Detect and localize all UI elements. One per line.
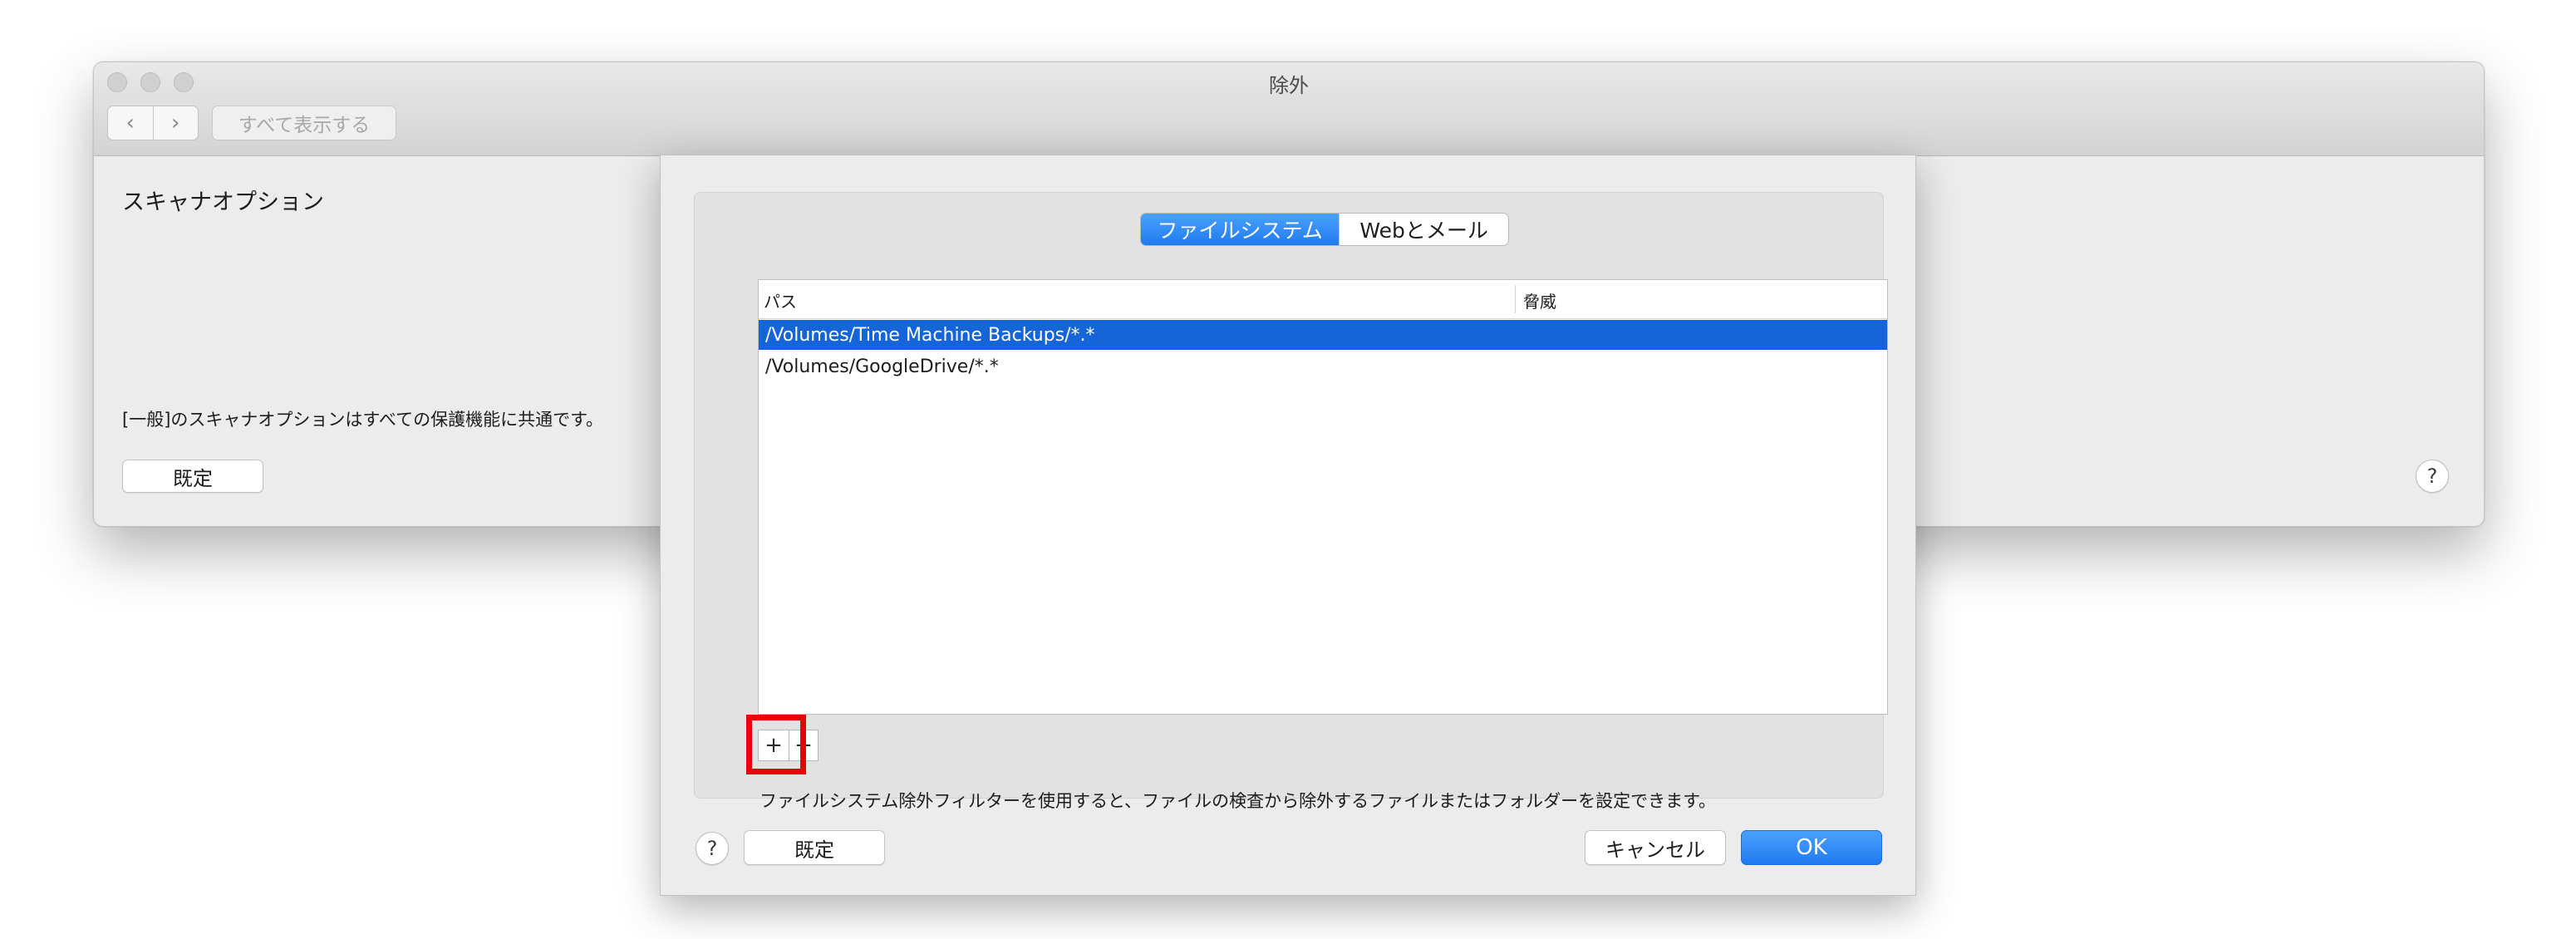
ok-button[interactable]: OK [1741,830,1882,865]
sheet-help-button[interactable]: ? [696,832,729,865]
plus-icon: + [764,733,783,758]
table-header: パス 脅威 [759,280,1887,319]
window-title: 除外 [1269,74,1309,97]
chevron-right-icon: › [171,111,180,135]
column-header-threat[interactable]: 脅威 [1523,288,1556,312]
remove-exclusion-button[interactable]: − [789,730,819,761]
row-path: /Volumes/Time Machine Backups/*.* [765,324,1095,346]
cancel-button[interactable]: キャンセル [1585,830,1726,865]
scanner-options-note: [一般]のスキャナオプションはすべての保護機能に共通です。 [122,410,603,430]
exclusions-sheet: ファイルシステム Webとメール パス 脅威 /Volumes/Time Mac… [660,155,1916,896]
nav-segmented-control: ‹ › [107,106,199,140]
tab-file-system[interactable]: ファイルシステム [1141,214,1340,245]
table-row[interactable]: /Volumes/GoogleDrive/*.* [759,352,1887,381]
column-header-path[interactable]: パス [764,288,797,312]
window-help-button[interactable]: ? [2416,460,2449,493]
exclusions-group: ファイルシステム Webとメール パス 脅威 /Volumes/Time Mac… [694,192,1888,811]
column-divider[interactable] [1515,285,1516,313]
section-title: スキャナオプション [122,189,324,215]
sheet-default-button[interactable]: 既定 [744,830,885,865]
show-all-button[interactable]: すべて表示する [212,106,396,140]
table-row[interactable]: /Volumes/Time Machine Backups/*.* [759,320,1887,350]
back-button[interactable]: ‹ [108,106,153,140]
tab-web-and-mail[interactable]: Webとメール [1339,214,1508,245]
add-exclusion-button[interactable]: + [758,730,789,761]
forward-button[interactable]: › [152,106,199,140]
exclusions-table: パス 脅威 /Volumes/Time Machine Backups/*.* … [758,279,1888,715]
window-default-button[interactable]: 既定 [122,460,263,493]
exclusions-description: ファイルシステム除外フィルターを使用すると、ファイルの検査から除外するファイルま… [760,791,1717,811]
minus-icon: − [794,733,813,758]
row-path: /Volumes/GoogleDrive/*.* [765,356,999,377]
chevron-left-icon: ‹ [125,111,135,135]
exclusion-type-tabs: ファイルシステム Webとメール [1140,213,1509,246]
titlebar: 除外 ‹ › すべて表示する [94,62,2484,156]
